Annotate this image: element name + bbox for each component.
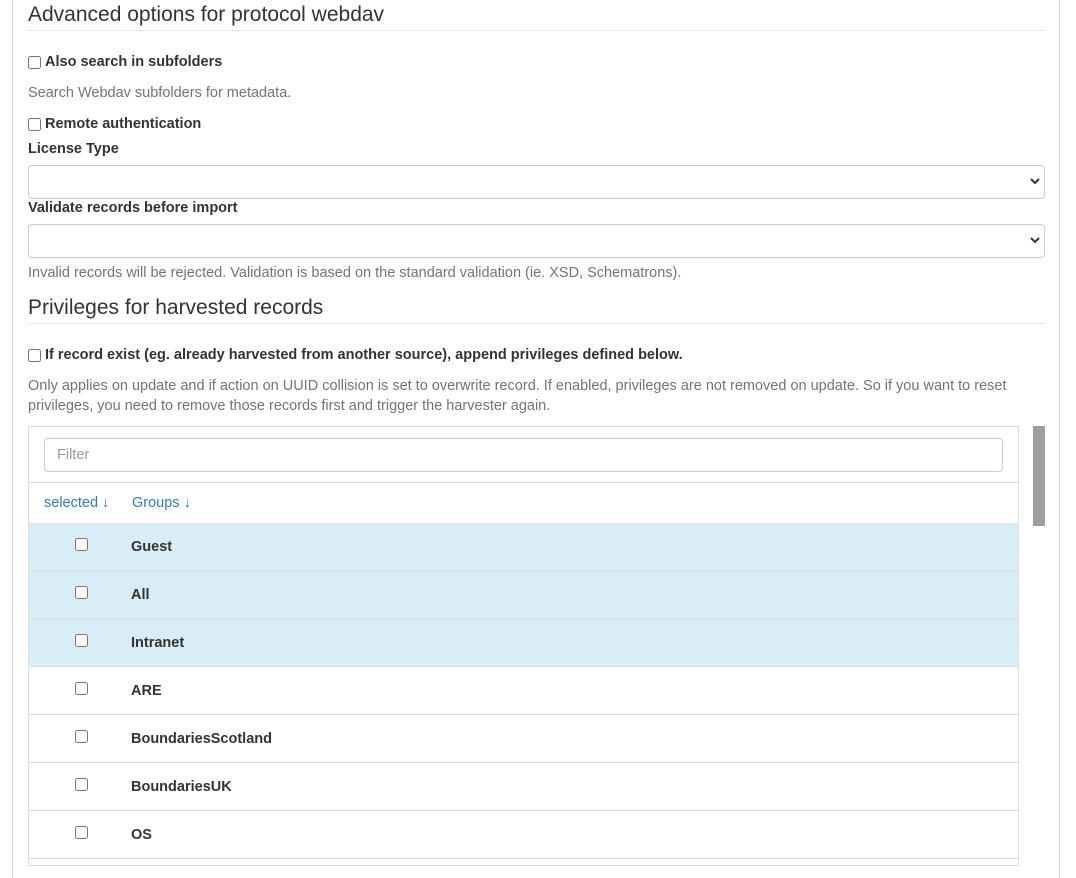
advanced-options-heading: Advanced options for protocol webdav <box>28 3 385 26</box>
privileges-heading: Privileges for harvested records <box>28 296 324 319</box>
subfolders-option[interactable]: Also search in subfolders <box>28 54 222 70</box>
table-row[interactable]: Intranet <box>29 619 1018 667</box>
license-type-select[interactable] <box>28 165 1045 199</box>
remote-auth-label: Remote authentication <box>45 116 202 132</box>
subfolders-checkbox[interactable] <box>28 55 41 69</box>
chevron-down-icon <box>1030 237 1040 244</box>
append-privileges-label: If record exist (eg. already harvested f… <box>45 347 683 363</box>
append-privileges-help: Only applies on update and if action on … <box>28 378 1007 414</box>
sort-selected-header[interactable]: selected ↓ <box>44 495 109 511</box>
table-row[interactable]: BoundariesScotland <box>29 715 1018 763</box>
heading-divider <box>28 30 1045 31</box>
group-name: Guest <box>131 539 173 555</box>
table-header: selected ↓ Groups ↓ <box>29 482 1018 524</box>
table-row[interactable]: BoundariesUK <box>29 763 1018 811</box>
scrollbar-thumb[interactable] <box>1033 426 1045 526</box>
remote-auth-option[interactable]: Remote authentication <box>28 116 201 132</box>
table-row[interactable]: OS <box>29 811 1018 859</box>
validate-label: Validate records before import <box>28 200 238 216</box>
group-name: BoundariesScotland <box>131 731 272 747</box>
append-privileges-option[interactable]: If record exist (eg. already harvested f… <box>28 347 683 363</box>
append-privileges-checkbox[interactable] <box>28 348 41 362</box>
subfolders-label: Also search in subfolders <box>45 54 223 70</box>
row-select-checkbox[interactable] <box>75 682 88 695</box>
row-select-checkbox[interactable] <box>75 826 88 839</box>
privileges-divider <box>28 323 1045 324</box>
table-row[interactable]: Guest <box>29 523 1018 571</box>
chevron-down-icon <box>1030 178 1040 185</box>
table-row[interactable]: ARE <box>29 667 1018 715</box>
row-select-checkbox[interactable] <box>75 586 88 599</box>
row-select-checkbox[interactable] <box>75 634 88 647</box>
filter-input[interactable] <box>44 438 1003 472</box>
groups-table: selected ↓ Groups ↓ Guest All Intranet ARE B… <box>28 426 1019 866</box>
row-select-checkbox[interactable] <box>75 538 88 551</box>
remote-auth-checkbox[interactable] <box>28 117 41 131</box>
table-row[interactable]: All <box>29 571 1018 619</box>
sort-groups-header[interactable]: Groups ↓ <box>132 495 191 511</box>
license-type-label: License Type <box>28 141 119 157</box>
subfolders-help: Search Webdav subfolders for metadata. <box>28 85 292 101</box>
group-name: OS <box>131 827 152 843</box>
row-select-checkbox[interactable] <box>75 730 88 743</box>
row-select-checkbox[interactable] <box>75 778 88 791</box>
validate-select[interactable] <box>28 224 1045 258</box>
group-name: ARE <box>131 683 162 699</box>
group-name: All <box>131 587 150 603</box>
group-name: Intranet <box>131 635 185 651</box>
group-name: BoundariesUK <box>131 779 232 795</box>
validate-help: Invalid records will be rejected. Valida… <box>28 265 682 281</box>
